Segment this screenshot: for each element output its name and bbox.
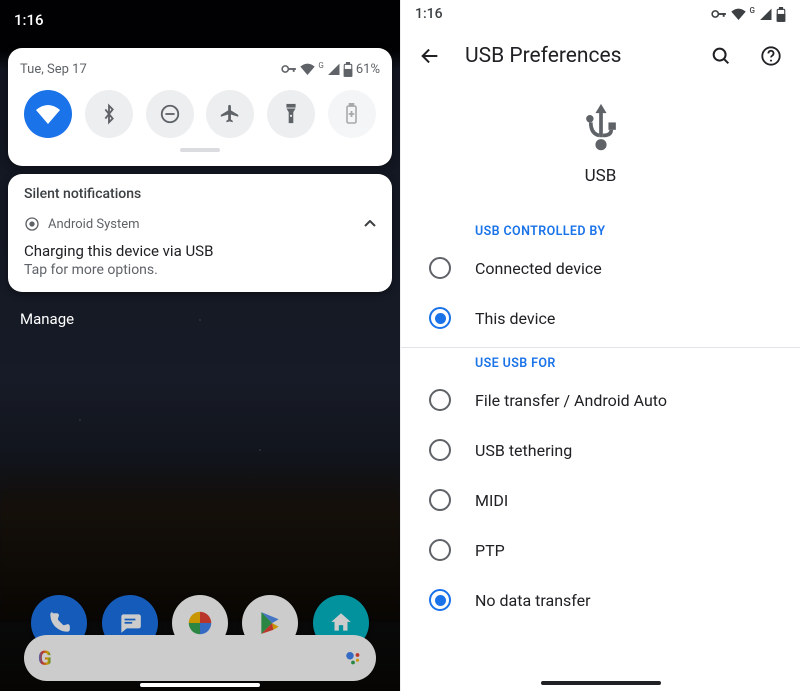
divider — [401, 347, 800, 348]
android-system-icon — [24, 216, 40, 232]
radio-icon — [429, 539, 451, 561]
qs-expand-handle[interactable] — [180, 148, 220, 152]
statusbar-time: 1:16 — [415, 6, 443, 22]
cell-signal-icon — [759, 8, 772, 20]
wifi-icon — [300, 63, 315, 75]
qs-tile-dnd[interactable] — [146, 90, 194, 138]
home-icon — [328, 610, 354, 636]
usb-hero: USB — [401, 102, 800, 186]
wifi-icon — [36, 104, 60, 124]
network-label-g: G — [750, 6, 755, 15]
phone-usb-preferences: 1:16 G USB Preferences — [400, 0, 800, 691]
statusbar-left: 1:16 — [0, 0, 400, 40]
manage-label: Manage — [20, 310, 74, 328]
radio-icon — [429, 257, 451, 279]
photos-icon — [185, 608, 215, 638]
qs-tile-row — [20, 90, 380, 138]
wifi-icon — [731, 8, 746, 20]
radio-label: Connected device — [475, 259, 602, 278]
play-icon — [257, 610, 283, 636]
qs-tile-wifi[interactable] — [24, 90, 72, 138]
statusbar-time: 1:16 — [14, 11, 44, 29]
radio-label: File transfer / Android Auto — [475, 391, 667, 410]
search-bar[interactable]: G — [24, 635, 376, 681]
vpn-key-icon — [281, 64, 297, 74]
radio-no-data-transfer[interactable]: No data transfer — [401, 575, 800, 625]
qs-tile-airplane[interactable] — [206, 90, 254, 138]
qs-tile-battery-saver[interactable] — [328, 90, 376, 138]
radio-icon — [429, 439, 451, 461]
cell-signal-icon — [327, 63, 340, 75]
qs-tile-bluetooth[interactable] — [85, 90, 133, 138]
manage-notifications-button[interactable]: Manage — [0, 300, 400, 338]
back-button[interactable] — [415, 41, 445, 71]
radio-label: MIDI — [475, 491, 508, 510]
notification-app-name: Android System — [48, 217, 140, 232]
battery-icon — [776, 7, 786, 22]
bluetooth-icon — [102, 103, 116, 125]
section-title-use-usb-for: USE USB FOR — [401, 352, 800, 375]
radio-this-device[interactable]: This device — [401, 293, 800, 343]
usb-hero-label: USB — [401, 166, 800, 186]
radio-icon — [429, 489, 451, 511]
flashlight-icon — [284, 103, 298, 125]
usb-icon — [581, 102, 621, 154]
radio-usb-tethering[interactable]: USB tethering — [401, 425, 800, 475]
dnd-icon — [159, 103, 181, 125]
phone-home-notification-shade: 1:16 Tue, Sep 17 G 61% — [0, 0, 400, 691]
radio-label: This device — [475, 309, 555, 328]
statusbar-right: 1:16 G — [401, 0, 800, 28]
battery-icon — [345, 103, 358, 125]
notification-subtext: Tap for more options. — [24, 262, 376, 278]
section-title-controlled-by: USB CONTROLLED BY — [401, 220, 800, 243]
gesture-handle[interactable] — [541, 681, 661, 685]
radio-icon — [429, 307, 451, 329]
google-g-icon: G — [38, 646, 52, 670]
network-label-g: G — [318, 61, 323, 70]
radio-label: No data transfer — [475, 591, 591, 610]
quick-settings-panel: Tue, Sep 17 G 61% — [8, 48, 392, 166]
radio-label: USB tethering — [475, 441, 572, 460]
phone-icon — [46, 610, 72, 636]
qs-status-icons: G 61% — [281, 62, 380, 77]
messages-icon — [117, 610, 143, 636]
radio-icon — [429, 389, 451, 411]
notification-group-silent: Silent notifications Android System Char… — [8, 174, 392, 292]
radio-file-transfer[interactable]: File transfer / Android Auto — [401, 375, 800, 425]
airplane-icon — [219, 103, 241, 125]
radio-midi[interactable]: MIDI — [401, 475, 800, 525]
silent-notifications-label: Silent notifications — [24, 186, 376, 202]
radio-connected-device[interactable]: Connected device — [401, 243, 800, 293]
qs-date: Tue, Sep 17 — [20, 62, 87, 77]
assistant-icon[interactable] — [344, 649, 362, 667]
qs-tile-flashlight[interactable] — [267, 90, 315, 138]
battery-icon — [343, 62, 353, 77]
notification-item[interactable]: Android System Charging this device via … — [24, 216, 376, 278]
notification-title: Charging this device via USB — [24, 242, 376, 260]
radio-icon — [429, 589, 451, 611]
gesture-handle[interactable] — [140, 683, 260, 687]
appbar: USB Preferences — [401, 28, 800, 84]
radio-ptp[interactable]: PTP — [401, 525, 800, 575]
help-button[interactable] — [756, 41, 786, 71]
page-title: USB Preferences — [465, 44, 622, 68]
vpn-key-icon — [711, 9, 727, 19]
search-button[interactable] — [706, 41, 736, 71]
radio-label: PTP — [475, 541, 505, 560]
collapse-icon[interactable] — [364, 220, 376, 228]
battery-percent: 61% — [356, 62, 380, 77]
